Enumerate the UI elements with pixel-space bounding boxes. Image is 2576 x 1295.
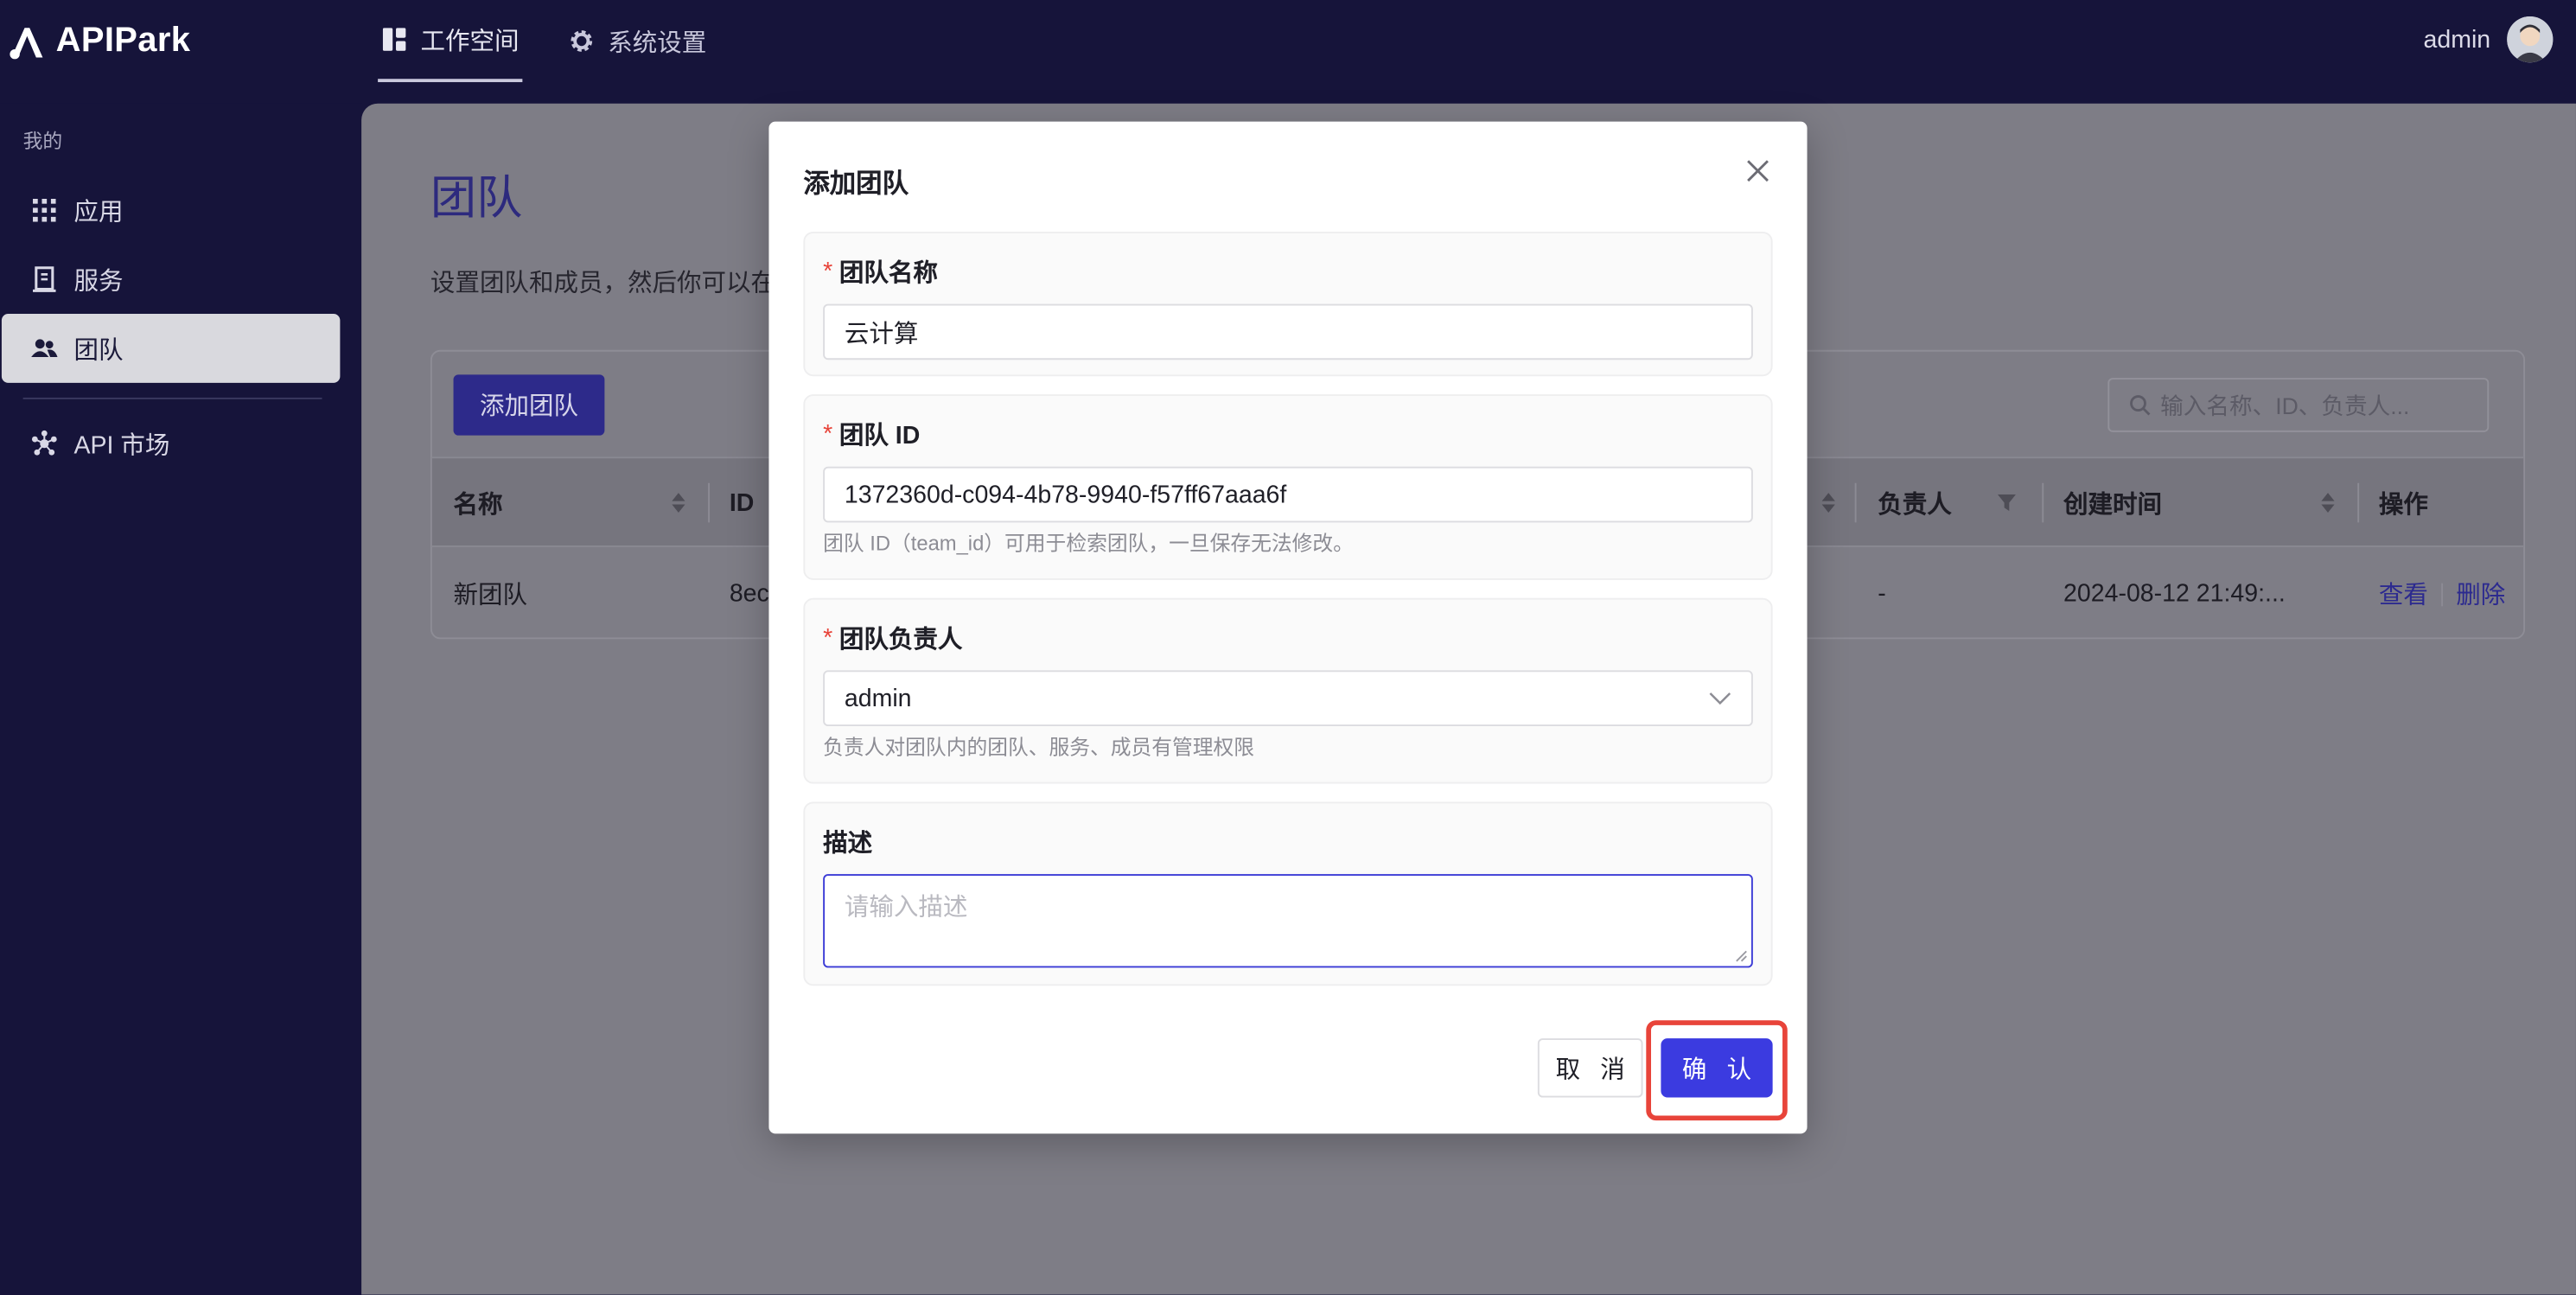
close-icon[interactable] <box>1744 157 1770 183</box>
building-icon <box>31 266 57 292</box>
page-title: 团队 <box>430 172 523 224</box>
grid-icon <box>31 197 57 223</box>
sidebar-item-label: 应用 <box>73 198 124 226</box>
app-window: APIPark 工作空间 系统设置 admin 我的 应用 服务 团队 API … <box>0 0 2576 1295</box>
user-name: admin <box>2423 25 2491 54</box>
delete-link[interactable]: 删除 <box>2456 577 2505 611</box>
team-name-input[interactable]: 云计算 <box>823 303 1753 360</box>
column-divider <box>708 482 711 523</box>
column-header-actions: 操作 <box>2378 491 2428 520</box>
sidebar-item-label: API 市场 <box>73 431 170 460</box>
cell-name: 新团队 <box>453 581 528 610</box>
sort-icon[interactable] <box>1821 493 1835 513</box>
team-owner-label: * 团队负责人 <box>823 621 962 655</box>
sidebar-item-services[interactable]: 服务 <box>2 245 341 314</box>
team-id-label: * 团队 ID <box>823 418 920 452</box>
required-mark: * <box>823 420 833 449</box>
description-placeholder: 请输入描述 <box>844 893 968 922</box>
add-team-dialog: 添加团队 * 团队名称 云计算 * 团队 ID 1372360d-c094-4b… <box>768 121 1808 1134</box>
column-header-name[interactable]: 名称 <box>454 458 503 549</box>
sidebar-section-title: 我的 <box>22 130 63 153</box>
team-owner-hint: 负责人对团队内的团队、服务、成员有管理权限 <box>823 736 1255 760</box>
column-divider <box>2042 482 2044 523</box>
user-menu[interactable]: admin <box>2423 16 2554 63</box>
team-id-input[interactable]: 1372360d-c094-4b78-9940-f57ff67aaa6f <box>823 466 1753 523</box>
sort-icon[interactable] <box>672 493 685 513</box>
logo-icon <box>10 28 43 60</box>
team-name-label: * 团队名称 <box>823 255 938 290</box>
team-owner-group: * 团队负责人 admin 负责人对团队内的团队、服务、成员有管理权限 <box>803 597 1773 784</box>
logo[interactable]: APIPark <box>7 16 191 66</box>
chevron-down-icon <box>1709 692 1731 705</box>
team-id-hint: 团队 ID（team_id）可用于检索团队，一旦保存无法修改。 <box>823 532 1354 556</box>
filter-icon[interactable] <box>1998 494 2016 512</box>
dialog-title: 添加团队 <box>803 170 909 199</box>
team-id-label-text: 团队 ID <box>838 422 921 450</box>
sidebar: 我的 应用 服务 团队 API 市场 <box>0 103 362 1295</box>
cell-actions: 查看 删除 <box>2379 549 2505 640</box>
sidebar-item-apps[interactable]: 应用 <box>2 175 341 245</box>
sidebar-item-api-market[interactable]: API 市场 <box>2 409 341 478</box>
required-mark: * <box>823 258 833 286</box>
brand-name: APIPark <box>55 21 191 60</box>
cell-owner: - <box>1878 579 1886 609</box>
team-name-group: * 团队名称 云计算 <box>803 231 1773 377</box>
sidebar-item-label: 团队 <box>73 335 124 364</box>
column-header-owner[interactable]: 负责人 <box>1878 458 1952 549</box>
sidebar-divider <box>22 397 322 399</box>
nav-settings-label: 系统设置 <box>608 29 707 57</box>
team-name-label-text: 团队名称 <box>838 259 938 288</box>
network-icon <box>31 430 57 456</box>
page-description: 设置团队和成员，然后你可以在 <box>430 269 776 297</box>
team-id-group: * 团队 ID 1372360d-c094-4b78-9940-f57ff67a… <box>803 394 1773 580</box>
description-label: 描述 <box>823 829 873 858</box>
column-header-created[interactable]: 创建时间 <box>2063 458 2162 549</box>
column-divider <box>2357 482 2360 523</box>
team-owner-label-text: 团队负责人 <box>838 626 963 654</box>
nav-workspace-label: 工作空间 <box>420 27 520 55</box>
resize-handle-icon[interactable] <box>1735 949 1748 962</box>
cell-id: 8ec <box>729 579 769 609</box>
confirm-highlight-box <box>1646 1020 1788 1121</box>
nav-workspace[interactable]: 工作空间 <box>378 0 523 83</box>
search-icon <box>2130 395 2151 416</box>
team-icon <box>31 335 58 361</box>
description-textarea[interactable]: 请输入描述 <box>823 874 1753 968</box>
column-divider <box>1854 482 1857 523</box>
description-group: 描述 请输入描述 <box>803 801 1773 986</box>
required-mark: * <box>823 624 833 653</box>
top-bar: APIPark 工作空间 系统设置 admin <box>0 0 2576 104</box>
sort-icon[interactable] <box>2321 493 2335 513</box>
sidebar-item-teams[interactable]: 团队 <box>1 313 341 383</box>
search-placeholder: 输入名称、ID、负责人... <box>2160 392 2410 418</box>
avatar-icon <box>2507 16 2554 63</box>
team-owner-select[interactable]: admin <box>823 670 1753 727</box>
gear-icon <box>569 28 595 54</box>
add-team-button[interactable]: 添加团队 <box>453 374 605 436</box>
cancel-button[interactable]: 取 消 <box>1537 1038 1643 1098</box>
top-nav: 工作空间 系统设置 <box>378 0 710 104</box>
sidebar-item-label: 服务 <box>73 266 124 296</box>
view-link[interactable]: 查看 <box>2379 577 2428 611</box>
dashboard-icon <box>381 26 407 52</box>
team-owner-selected-value: admin <box>844 684 912 712</box>
nav-settings[interactable]: 系统设置 <box>565 0 710 82</box>
search-input[interactable]: 输入名称、ID、负责人... <box>2107 378 2490 432</box>
cell-created: 2024-08-12 21:49:... <box>2063 579 2286 609</box>
action-divider <box>2441 582 2444 606</box>
column-header-id[interactable]: ID <box>730 458 755 549</box>
